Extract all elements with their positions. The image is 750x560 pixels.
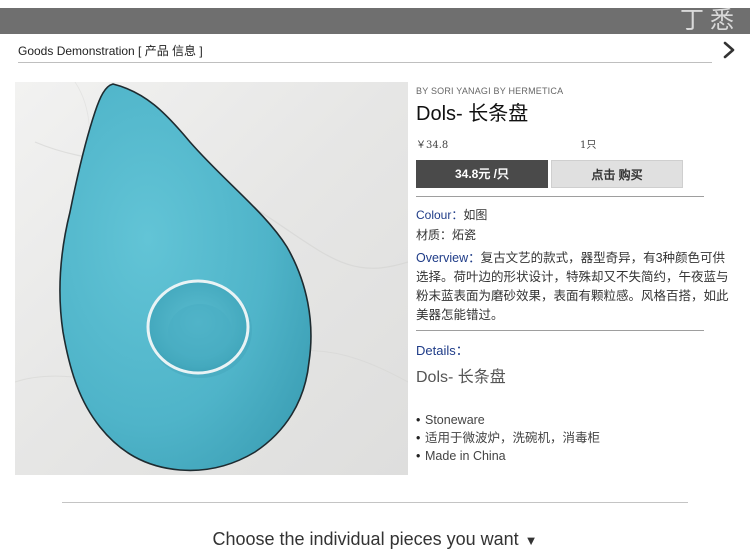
top-bar — [0, 8, 750, 34]
details-label: Details： — [416, 343, 469, 358]
brand-line: BY SORI YANAGI BY HERMETICA — [416, 86, 564, 96]
choose-pieces-heading[interactable]: Choose the individual pieces you want ▼ — [0, 529, 750, 550]
bullet-icon: • — [416, 431, 421, 445]
price-button[interactable]: 34.8元 /只 — [416, 160, 548, 188]
list-item: • Made in China — [416, 447, 706, 465]
caret-down-icon: ▼ — [524, 533, 538, 548]
divider-top — [416, 196, 704, 197]
bullet-icon: • — [416, 413, 421, 427]
colour-value: 如图 — [463, 208, 488, 222]
plate-illustration — [15, 82, 408, 475]
colour-label: Colour： — [416, 208, 464, 222]
list-item: • 适用于微波炉，洗碗机，消毒柜 — [416, 429, 706, 447]
purchase-buttons: 34.8元 /只 点击 购买 — [416, 160, 706, 188]
overview: Overview：复古文艺的款式，器型奇异，有3种颜色可供选择。荷叶边的形状设计… — [416, 249, 732, 325]
chevron-right-icon[interactable] — [718, 39, 740, 61]
product-photo — [15, 82, 408, 475]
price-row: ￥34.8 1只 — [416, 136, 706, 156]
overview-label: Overview： — [416, 251, 481, 265]
feature-text: Made in China — [425, 449, 506, 463]
bullet-icon: • — [416, 449, 421, 463]
divider-middle — [416, 330, 704, 331]
product-title: Dols- 长条盘 — [416, 103, 529, 125]
product-info: BY SORI YANAGI BY HERMETICA Dols- 长条盘 ￥3… — [416, 82, 729, 465]
feature-text: Stoneware — [425, 413, 485, 427]
material-label: 材质： — [416, 228, 453, 242]
breadcrumb-row: Goods Demonstration [ 产品 信息 ] — [18, 41, 735, 63]
list-item: • Stoneware — [416, 411, 706, 429]
buy-button[interactable]: 点击 购买 — [551, 160, 683, 188]
price-small: ￥34.8 — [416, 140, 449, 151]
material-row: 材质：炻瓷 — [416, 225, 706, 245]
choose-pieces-text: Choose the individual pieces you want — [212, 529, 519, 549]
feature-list: • Stoneware • 适用于微波炉，洗碗机，消毒柜 • Made in Chin… — [416, 411, 706, 465]
breadcrumb: Goods Demonstration [ 产品 信息 ] — [18, 44, 203, 58]
quantity-small: 1只 — [580, 140, 597, 151]
details-name: Dols- 长条盘 — [416, 369, 506, 386]
material-value: 炻瓷 — [452, 228, 477, 242]
colour-row: Colour：如图 — [416, 205, 706, 225]
bottom-divider — [62, 502, 688, 503]
corner-logo: 丁悉 — [680, 6, 740, 34]
feature-text: 适用于微波炉，洗碗机，消毒柜 — [425, 431, 601, 445]
